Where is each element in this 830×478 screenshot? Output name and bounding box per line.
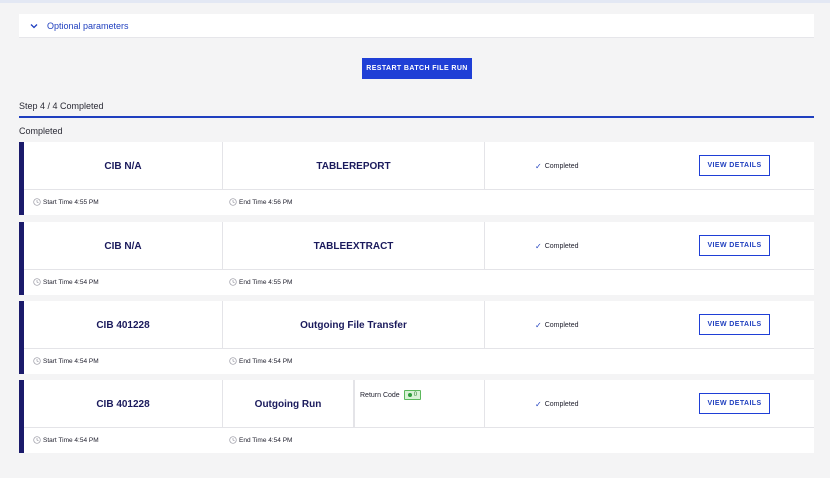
end-time: End Time 4:55 PM bbox=[229, 278, 292, 286]
run-id: CIB 401228 bbox=[24, 380, 223, 428]
return-code: Return Code 0 bbox=[354, 380, 485, 428]
run-card: CIB N/A TABLEEXTRACT ✓ Completed VIEW DE… bbox=[19, 222, 814, 295]
run-card-main: CIB 401228 Outgoing File Transfer ✓ Comp… bbox=[24, 301, 814, 349]
view-details-button[interactable]: VIEW DETAILS bbox=[699, 155, 770, 176]
run-name: Outgoing File Transfer bbox=[223, 301, 485, 349]
restart-batch-button[interactable]: RESTART BATCH FILE RUN bbox=[362, 58, 472, 79]
run-card-main: CIB N/A TABLEEXTRACT ✓ Completed VIEW DE… bbox=[24, 222, 814, 270]
end-time-label: End Time 4:55 PM bbox=[239, 278, 293, 286]
run-card-main: CIB N/A TABLEREPORT ✓ Completed VIEW DET… bbox=[24, 142, 814, 190]
run-name: TABLEREPORT bbox=[223, 142, 485, 190]
status-label: Completed bbox=[544, 400, 579, 408]
run-card: CIB 401228 Outgoing File Transfer ✓ Comp… bbox=[19, 301, 814, 374]
step-progress-bar bbox=[19, 116, 814, 118]
clock-icon bbox=[229, 436, 237, 444]
start-time: Start Time 4:54 PM bbox=[33, 278, 99, 286]
end-time: End Time 4:54 PM bbox=[229, 357, 292, 365]
status-label: Completed bbox=[544, 321, 579, 329]
step-progress-label: Step 4 / 4 Completed bbox=[19, 101, 104, 111]
run-card-main: CIB 401228 Outgoing Run Return Code 0 ✓ … bbox=[24, 380, 814, 428]
status-dot-icon bbox=[407, 393, 412, 397]
clock-icon bbox=[229, 198, 237, 206]
check-icon: ✓ bbox=[535, 399, 542, 409]
clock-icon bbox=[33, 436, 41, 444]
status: ✓ Completed bbox=[485, 380, 665, 428]
optional-parameters-label: Optional parameters bbox=[47, 20, 129, 31]
top-strip bbox=[0, 0, 830, 3]
end-time-label: End Time 4:56 PM bbox=[239, 198, 293, 206]
end-time-label: End Time 4:54 PM bbox=[239, 436, 293, 444]
check-icon: ✓ bbox=[535, 241, 542, 251]
start-time: Start Time 4:54 PM bbox=[33, 357, 99, 365]
run-name: Outgoing Run bbox=[223, 380, 354, 428]
chevron-down-icon bbox=[30, 23, 38, 28]
status: ✓ Completed bbox=[485, 222, 665, 270]
time-row: Start Time 4:54 PM End Time 4:54 PM bbox=[24, 349, 814, 374]
section-title: Completed bbox=[19, 126, 63, 136]
time-row: Start Time 4:54 PM End Time 4:54 PM bbox=[24, 428, 814, 453]
end-time-label: End Time 4:54 PM bbox=[239, 357, 293, 365]
clock-icon bbox=[229, 278, 237, 286]
view-details-button[interactable]: VIEW DETAILS bbox=[699, 393, 770, 414]
run-id: CIB N/A bbox=[24, 142, 223, 190]
start-time: Start Time 4:54 PM bbox=[33, 436, 99, 444]
view-details-button[interactable]: VIEW DETAILS bbox=[699, 314, 770, 335]
clock-icon bbox=[33, 278, 41, 286]
optional-parameters-toggle[interactable]: Optional parameters bbox=[19, 14, 814, 38]
end-time: End Time 4:56 PM bbox=[229, 198, 292, 206]
status-label: Completed bbox=[544, 242, 579, 250]
view-details-button[interactable]: VIEW DETAILS bbox=[699, 235, 770, 256]
run-id: CIB 401228 bbox=[24, 301, 223, 349]
run-card: CIB N/A TABLEREPORT ✓ Completed VIEW DET… bbox=[19, 142, 814, 215]
start-time-label: Start Time 4:54 PM bbox=[43, 436, 99, 444]
status: ✓ Completed bbox=[485, 301, 665, 349]
check-icon: ✓ bbox=[535, 320, 542, 330]
start-time: Start Time 4:55 PM bbox=[33, 198, 99, 206]
return-code-value: 0 bbox=[413, 392, 418, 398]
time-row: Start Time 4:55 PM End Time 4:56 PM bbox=[24, 190, 814, 215]
clock-icon bbox=[33, 198, 41, 206]
time-row: Start Time 4:54 PM End Time 4:55 PM bbox=[24, 270, 814, 295]
status-label: Completed bbox=[544, 162, 579, 170]
end-time: End Time 4:54 PM bbox=[229, 436, 292, 444]
start-time-label: Start Time 4:54 PM bbox=[43, 278, 99, 286]
clock-icon bbox=[33, 357, 41, 365]
run-name: TABLEEXTRACT bbox=[223, 222, 485, 270]
run-id: CIB N/A bbox=[24, 222, 223, 270]
start-time-label: Start Time 4:54 PM bbox=[43, 357, 99, 365]
return-code-badge: 0 bbox=[403, 390, 422, 400]
run-card: CIB 401228 Outgoing Run Return Code 0 ✓ … bbox=[19, 380, 814, 453]
status: ✓ Completed bbox=[485, 142, 665, 190]
start-time-label: Start Time 4:55 PM bbox=[43, 198, 99, 206]
check-icon: ✓ bbox=[535, 161, 542, 171]
return-code-label: Return Code bbox=[360, 392, 400, 399]
clock-icon bbox=[229, 357, 237, 365]
